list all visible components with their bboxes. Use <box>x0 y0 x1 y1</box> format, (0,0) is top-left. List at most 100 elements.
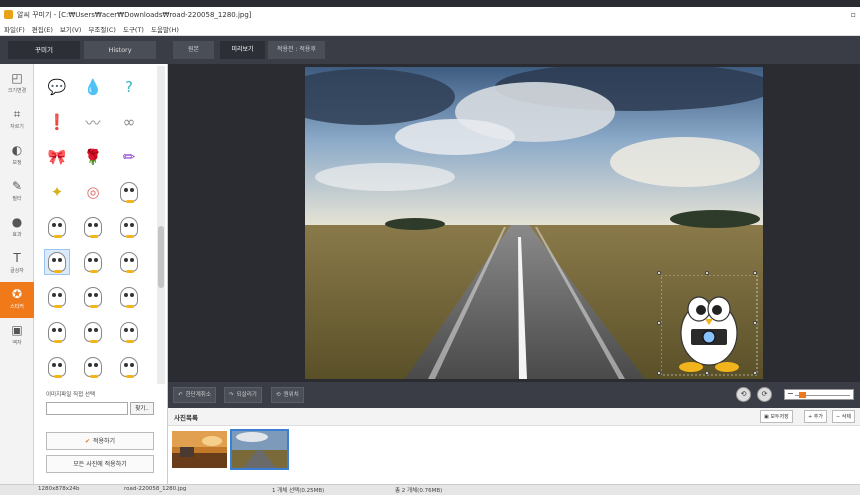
sticker-item[interactable]: 🎀 <box>44 144 70 170</box>
undo-button[interactable]: ↶ 한단계취소 <box>173 387 216 403</box>
sticker-scrollbar[interactable] <box>157 66 165 384</box>
sticker-item[interactable] <box>116 354 142 380</box>
resize-handle[interactable] <box>753 321 757 325</box>
check-icon: ✔ <box>84 438 90 445</box>
sticker-glyph-icon: ✦ <box>50 183 64 201</box>
menu-adjust[interactable]: 부조절(C) <box>88 24 116 34</box>
edited-photo[interactable] <box>305 67 763 379</box>
penguin-sticker-icon <box>48 287 66 308</box>
photo-thumbnail-selected[interactable] <box>230 429 289 470</box>
tool-textbox[interactable]: T 글상자 <box>0 246 34 282</box>
delete-photo-button[interactable]: − 삭제 <box>832 410 855 423</box>
tool-sidebar: ◰ 크기변경 ⌗ 자르기 ◐ 보정 ✎ 필터 ● 효과 T 글상자 ✪ 스티커 … <box>0 64 34 484</box>
tool-resize[interactable]: ◰ 크기변경 <box>0 66 34 102</box>
save-all-button[interactable]: ▣ 모두저장 <box>760 410 793 423</box>
scrollbar-thumb[interactable] <box>158 226 164 288</box>
undo-icon: ↶ <box>178 392 183 398</box>
sticker-item[interactable]: 🌹 <box>80 144 106 170</box>
sticker-item[interactable] <box>116 249 142 275</box>
menu-view[interactable]: 보기(V) <box>60 24 81 34</box>
sticker-item[interactable] <box>116 179 142 205</box>
sticker-item[interactable] <box>116 214 142 240</box>
add-photo-button[interactable]: + 추가 <box>804 410 827 423</box>
tool-sticker-label: 스티커 <box>10 304 24 310</box>
frame-icon: ▣ <box>11 323 23 337</box>
sticker-item[interactable] <box>80 214 106 240</box>
sticker-item[interactable]: ◎ <box>80 179 106 205</box>
photo-list <box>168 426 860 484</box>
sticker-item[interactable]: ❗ <box>44 109 70 135</box>
sticker-item-selected[interactable] <box>44 249 70 275</box>
zoom-slider[interactable]: − <box>784 389 854 400</box>
tool-effect[interactable]: ● 효과 <box>0 210 34 246</box>
zoom-knob[interactable] <box>799 392 806 398</box>
resize-handle[interactable] <box>705 371 709 375</box>
tab-history[interactable]: History <box>84 41 156 59</box>
menu-file[interactable]: 파일(F) <box>4 24 25 34</box>
resize-handle[interactable] <box>657 271 661 275</box>
tab-preview[interactable]: 미리보기 <box>220 41 266 59</box>
rotate-right-button[interactable]: ⟳ <box>757 387 772 402</box>
sticker-glyph-icon: ◎ <box>86 183 100 201</box>
reset-button[interactable]: ⟲ 원위치 <box>271 387 304 403</box>
penguin-sticker-icon <box>120 322 138 343</box>
resize-handle[interactable] <box>753 271 757 275</box>
sticker-glyph-icon: ? <box>125 78 133 96</box>
rotate-left-button[interactable]: ⟲ <box>736 387 751 402</box>
tool-sticker[interactable]: ✪ 스티커 <box>0 282 34 318</box>
sticker-item[interactable]: ? <box>116 74 142 100</box>
penguin-sticker-icon <box>84 322 102 343</box>
photo-thumbnail[interactable] <box>172 431 227 468</box>
resize-handle[interactable] <box>657 371 661 375</box>
sticker-item[interactable] <box>80 319 106 345</box>
tool-frame[interactable]: ▣ 액자 <box>0 318 34 354</box>
status-filename: road-220058_1280.jpg <box>124 486 187 492</box>
menu-help[interactable]: 도움말(H) <box>151 24 179 34</box>
tab-original[interactable]: 원본 <box>173 41 215 59</box>
sticker-item[interactable] <box>44 214 70 240</box>
menu-tools[interactable]: 도구(T) <box>123 24 144 34</box>
tool-filter[interactable]: ✎ 필터 <box>0 174 34 210</box>
sticker-item[interactable] <box>116 284 142 310</box>
sticker-item[interactable] <box>44 284 70 310</box>
sticker-item[interactable] <box>116 319 142 345</box>
sticker-item[interactable]: 〰 <box>80 109 106 135</box>
sticker-item[interactable]: ∞ <box>116 109 142 135</box>
sticker-item[interactable] <box>80 249 106 275</box>
resize-handle[interactable] <box>657 321 661 325</box>
sticker-glyph-icon: ✏ <box>122 148 136 166</box>
zoom-out-icon[interactable]: − <box>787 389 794 398</box>
menu-edit[interactable]: 편집(E) <box>32 24 53 34</box>
redo-button[interactable]: ↷ 되살리기 <box>224 387 262 403</box>
road-thumbnail-image <box>232 431 287 468</box>
save-all-label: 모두저장 <box>770 414 789 420</box>
resize-handle[interactable] <box>753 371 757 375</box>
sticker-item[interactable]: 💧 <box>80 74 106 100</box>
sticker-item[interactable]: ✏ <box>116 144 142 170</box>
sticker-item[interactable] <box>44 319 70 345</box>
sticker-glyph-icon: 🌹 <box>83 148 103 166</box>
penguin-sticker-icon <box>84 252 102 273</box>
tool-correction[interactable]: ◐ 보정 <box>0 138 34 174</box>
tool-crop[interactable]: ⌗ 자르기 <box>0 102 34 138</box>
resize-handle[interactable] <box>705 271 709 275</box>
top-strip <box>0 0 860 7</box>
tab-before-after[interactable]: 적용전 : 적용후 <box>268 41 326 59</box>
sticker-item[interactable] <box>80 284 106 310</box>
correction-icon: ◐ <box>11 143 23 157</box>
tab-decorate[interactable]: 꾸미기 <box>8 41 80 59</box>
sticker-item[interactable] <box>80 354 106 380</box>
penguin-sticker-icon <box>120 217 138 238</box>
sticker-item[interactable] <box>44 354 70 380</box>
window-restore-button[interactable]: ▫ <box>851 10 856 19</box>
apply-button[interactable]: ✔ 적용하기 <box>46 432 154 450</box>
file-path-input[interactable] <box>46 402 128 415</box>
penguin-sticker[interactable] <box>661 275 761 379</box>
penguin-sticker-icon <box>84 357 102 378</box>
browse-button[interactable]: 찾기.. <box>130 402 154 415</box>
penguin-sticker-icon <box>120 182 138 203</box>
sticker-item[interactable]: ✦ <box>44 179 70 205</box>
sticker-glyph-icon: 🎀 <box>47 148 67 166</box>
apply-all-button[interactable]: 모든 사진에 적용하기 <box>46 455 154 473</box>
sticker-item[interactable]: 💬 <box>44 74 70 100</box>
